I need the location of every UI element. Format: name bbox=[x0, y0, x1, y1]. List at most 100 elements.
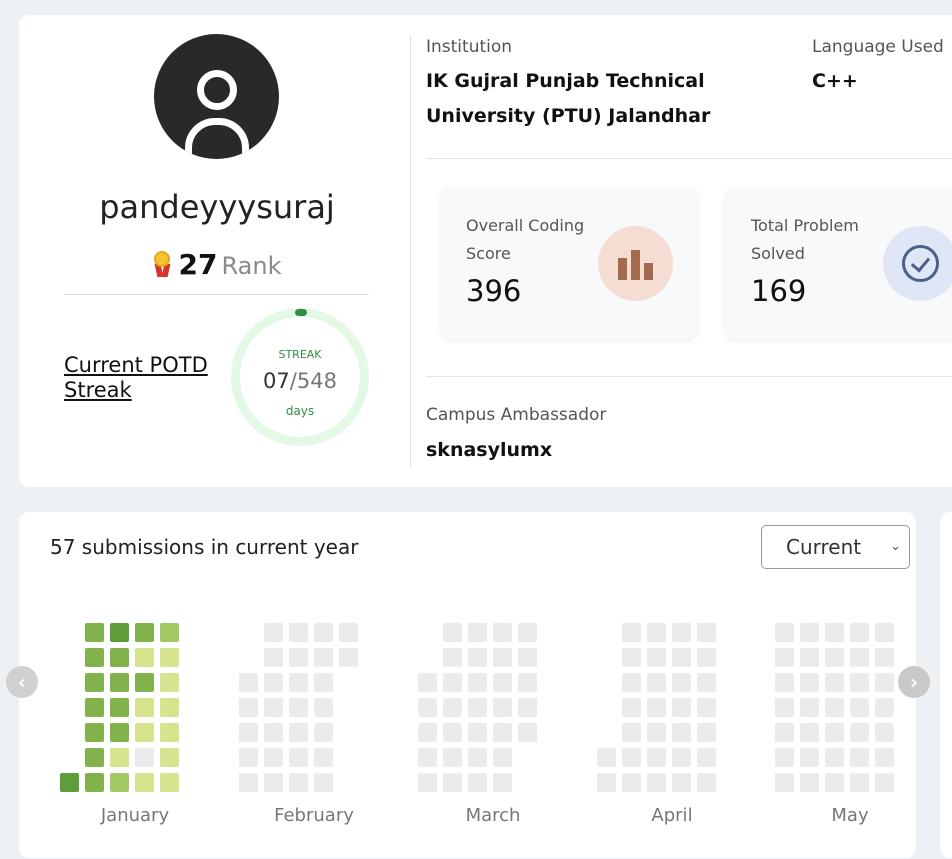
heatmap-day-cell[interactable] bbox=[875, 723, 894, 742]
heatmap-day-cell[interactable] bbox=[289, 673, 308, 692]
heatmap-day-cell[interactable] bbox=[135, 723, 154, 742]
heatmap-day-cell[interactable] bbox=[468, 698, 487, 717]
heatmap-day-cell[interactable] bbox=[775, 748, 794, 767]
heatmap-day-cell[interactable] bbox=[289, 773, 308, 792]
heatmap-day-cell[interactable] bbox=[697, 723, 716, 742]
heatmap-day-cell[interactable] bbox=[697, 748, 716, 767]
heatmap-day-cell[interactable] bbox=[493, 648, 512, 667]
heatmap-day-cell[interactable] bbox=[597, 773, 616, 792]
heatmap-day-cell[interactable] bbox=[597, 748, 616, 767]
heatmap-day-cell[interactable] bbox=[518, 648, 537, 667]
heatmap-day-cell[interactable] bbox=[850, 648, 869, 667]
potd-streak-link[interactable]: Current POTD Streak bbox=[64, 353, 229, 403]
heatmap-day-cell[interactable] bbox=[314, 698, 333, 717]
heatmap-day-cell[interactable] bbox=[468, 723, 487, 742]
heatmap-day-cell[interactable] bbox=[160, 623, 179, 642]
heatmap-day-cell[interactable] bbox=[775, 648, 794, 667]
heatmap-day-cell[interactable] bbox=[135, 673, 154, 692]
heatmap-day-cell[interactable] bbox=[135, 623, 154, 642]
heatmap-day-cell[interactable] bbox=[85, 648, 104, 667]
heatmap-day-cell[interactable] bbox=[825, 748, 844, 767]
heatmap-day-cell[interactable] bbox=[264, 623, 283, 642]
heatmap-day-cell[interactable] bbox=[314, 623, 333, 642]
heatmap-day-cell[interactable] bbox=[493, 673, 512, 692]
heatmap-day-cell[interactable] bbox=[850, 773, 869, 792]
previous-arrow-icon[interactable]: ‹ bbox=[6, 666, 38, 698]
heatmap-day-cell[interactable] bbox=[825, 698, 844, 717]
heatmap-day-cell[interactable] bbox=[622, 723, 641, 742]
heatmap-day-cell[interactable] bbox=[135, 698, 154, 717]
heatmap-day-cell[interactable] bbox=[339, 623, 358, 642]
heatmap-day-cell[interactable] bbox=[825, 623, 844, 642]
heatmap-day-cell[interactable] bbox=[800, 698, 819, 717]
heatmap-day-cell[interactable] bbox=[875, 748, 894, 767]
heatmap-day-cell[interactable] bbox=[875, 648, 894, 667]
heatmap-day-cell[interactable] bbox=[775, 698, 794, 717]
heatmap-day-cell[interactable] bbox=[825, 673, 844, 692]
heatmap-day-cell[interactable] bbox=[110, 623, 129, 642]
heatmap-day-cell[interactable] bbox=[289, 748, 308, 767]
heatmap-day-cell[interactable] bbox=[135, 748, 154, 767]
heatmap-day-cell[interactable] bbox=[518, 673, 537, 692]
heatmap-day-cell[interactable] bbox=[518, 723, 537, 742]
heatmap-day-cell[interactable] bbox=[775, 673, 794, 692]
heatmap-day-cell[interactable] bbox=[468, 648, 487, 667]
heatmap-day-cell[interactable] bbox=[289, 623, 308, 642]
heatmap-day-cell[interactable] bbox=[647, 623, 666, 642]
heatmap-day-cell[interactable] bbox=[110, 723, 129, 742]
heatmap-day-cell[interactable] bbox=[418, 673, 437, 692]
heatmap-day-cell[interactable] bbox=[850, 623, 869, 642]
heatmap-day-cell[interactable] bbox=[850, 723, 869, 742]
heatmap-day-cell[interactable] bbox=[493, 623, 512, 642]
heatmap-day-cell[interactable] bbox=[110, 698, 129, 717]
heatmap-day-cell[interactable] bbox=[672, 648, 691, 667]
heatmap-day-cell[interactable] bbox=[775, 623, 794, 642]
heatmap-day-cell[interactable] bbox=[647, 748, 666, 767]
heatmap-day-cell[interactable] bbox=[289, 723, 308, 742]
heatmap-day-cell[interactable] bbox=[647, 698, 666, 717]
heatmap-day-cell[interactable] bbox=[647, 723, 666, 742]
heatmap-day-cell[interactable] bbox=[875, 698, 894, 717]
heatmap-day-cell[interactable] bbox=[672, 698, 691, 717]
heatmap-day-cell[interactable] bbox=[647, 648, 666, 667]
heatmap-day-cell[interactable] bbox=[875, 773, 894, 792]
heatmap-day-cell[interactable] bbox=[264, 773, 283, 792]
heatmap-day-cell[interactable] bbox=[60, 773, 79, 792]
heatmap-day-cell[interactable] bbox=[468, 673, 487, 692]
heatmap-day-cell[interactable] bbox=[135, 773, 154, 792]
heatmap-day-cell[interactable] bbox=[468, 748, 487, 767]
heatmap-day-cell[interactable] bbox=[697, 773, 716, 792]
heatmap-day-cell[interactable] bbox=[825, 723, 844, 742]
heatmap-day-cell[interactable] bbox=[160, 748, 179, 767]
heatmap-day-cell[interactable] bbox=[800, 673, 819, 692]
heatmap-day-cell[interactable] bbox=[622, 748, 641, 767]
heatmap-day-cell[interactable] bbox=[314, 723, 333, 742]
heatmap-day-cell[interactable] bbox=[493, 723, 512, 742]
heatmap-day-cell[interactable] bbox=[160, 698, 179, 717]
heatmap-day-cell[interactable] bbox=[85, 623, 104, 642]
heatmap-day-cell[interactable] bbox=[672, 673, 691, 692]
heatmap-day-cell[interactable] bbox=[775, 773, 794, 792]
heatmap-day-cell[interactable] bbox=[85, 773, 104, 792]
heatmap-day-cell[interactable] bbox=[672, 723, 691, 742]
heatmap-day-cell[interactable] bbox=[110, 648, 129, 667]
heatmap-day-cell[interactable] bbox=[622, 648, 641, 667]
heatmap-day-cell[interactable] bbox=[468, 773, 487, 792]
heatmap-day-cell[interactable] bbox=[800, 773, 819, 792]
heatmap-day-cell[interactable] bbox=[314, 673, 333, 692]
heatmap-day-cell[interactable] bbox=[697, 648, 716, 667]
heatmap-day-cell[interactable] bbox=[85, 748, 104, 767]
heatmap-day-cell[interactable] bbox=[160, 723, 179, 742]
heatmap-day-cell[interactable] bbox=[314, 773, 333, 792]
heatmap-day-cell[interactable] bbox=[160, 673, 179, 692]
heatmap-day-cell[interactable] bbox=[800, 723, 819, 742]
heatmap-day-cell[interactable] bbox=[850, 748, 869, 767]
heatmap-day-cell[interactable] bbox=[418, 773, 437, 792]
heatmap-day-cell[interactable] bbox=[418, 698, 437, 717]
heatmap-day-cell[interactable] bbox=[339, 648, 358, 667]
heatmap-day-cell[interactable] bbox=[264, 723, 283, 742]
heatmap-day-cell[interactable] bbox=[314, 648, 333, 667]
heatmap-day-cell[interactable] bbox=[697, 623, 716, 642]
heatmap-day-cell[interactable] bbox=[264, 673, 283, 692]
heatmap-day-cell[interactable] bbox=[647, 673, 666, 692]
